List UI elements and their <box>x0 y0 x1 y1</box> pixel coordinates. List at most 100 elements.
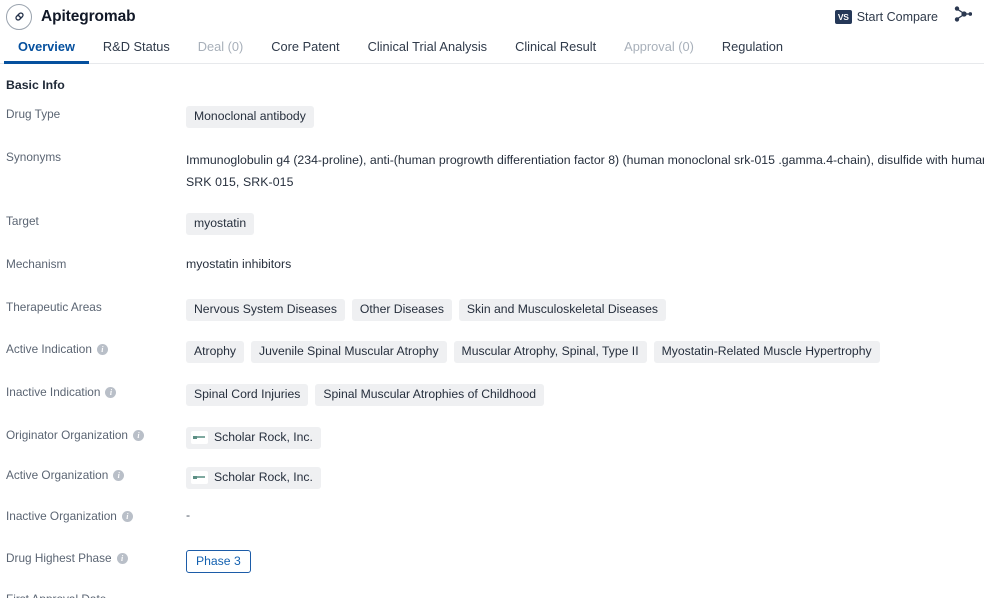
tab-deal[interactable]: Deal (0) <box>184 39 258 63</box>
header-actions: VS Start Compare <box>834 4 974 29</box>
inactive-organization-value: - <box>186 508 191 522</box>
chip-group-drug-type: Monoclonal antibody <box>186 106 984 128</box>
tab-clinical-result[interactable]: Clinical Result <box>501 39 610 63</box>
info-icon[interactable]: i <box>113 469 125 481</box>
value-drug-type: Monoclonal antibody <box>186 106 984 128</box>
row-inactive-indication: Inactive Indication i Spinal Cord Injuri… <box>6 384 984 406</box>
row-inactive-organization: Inactive Organization i - <box>6 508 984 528</box>
label-active-organization: Active Organization i <box>6 467 186 482</box>
chip-active-indication[interactable]: Myostatin-Related Muscle Hypertrophy <box>653 341 880 363</box>
info-icon[interactable]: i <box>121 510 133 522</box>
value-target: myostatin <box>186 213 984 235</box>
label-drug-highest-phase-text: Drug Highest Phase <box>6 551 112 565</box>
label-target: Target <box>6 213 186 228</box>
tab-clinical-trial-analysis[interactable]: Clinical Trial Analysis <box>354 39 501 63</box>
chip-group-target: myostatin <box>186 213 984 235</box>
chip-active-indication[interactable]: Muscular Atrophy, Spinal, Type II <box>453 341 647 363</box>
label-synonyms: Synonyms <box>6 149 186 164</box>
value-synonyms: Immunoglobulin g4 (234-proline), anti-(h… <box>186 149 984 193</box>
value-active-indication: Atrophy Juvenile Spinal Muscular Atrophy… <box>186 341 984 363</box>
label-inactive-indication: Inactive Indication i <box>6 384 186 399</box>
label-mechanism-text: Mechanism <box>6 257 67 271</box>
page-title: Apitegromab <box>41 7 136 25</box>
info-icon[interactable]: i <box>105 386 117 398</box>
chip-active-organization[interactable]: Scholar Rock, Inc. <box>186 467 321 489</box>
label-drug-highest-phase: Drug Highest Phase i <box>6 550 186 565</box>
start-compare-button[interactable]: VS Start Compare <box>834 9 938 24</box>
row-first-approval-date: First Approval Date - <box>6 591 984 598</box>
label-active-indication-text: Active Indication <box>6 342 92 356</box>
chip-therapeutic-area[interactable]: Skin and Musculoskeletal Diseases <box>458 299 666 321</box>
label-synonyms-text: Synonyms <box>6 150 62 164</box>
row-synonyms: Synonyms Immunoglobulin g4 (234-proline)… <box>6 149 984 193</box>
label-inactive-organization: Inactive Organization i <box>6 508 186 523</box>
chip-inactive-indication[interactable]: Spinal Muscular Atrophies of Childhood <box>315 384 545 406</box>
label-inactive-organization-text: Inactive Organization <box>6 509 117 523</box>
label-first-approval-date: First Approval Date <box>6 591 186 598</box>
row-target: Target myostatin <box>6 213 984 235</box>
overview-content: Basic Info Drug Type Monoclonal antibody… <box>0 64 984 598</box>
label-mechanism: Mechanism <box>6 256 186 271</box>
label-therapeutic-areas: Therapeutic Areas <box>6 299 186 314</box>
row-active-organization: Active Organization i Scholar Rock, Inc. <box>6 467 984 489</box>
status-badge-phase[interactable]: Phase 3 <box>186 550 251 573</box>
value-active-organization: Scholar Rock, Inc. <box>186 467 984 489</box>
tab-core-patent[interactable]: Core Patent <box>257 39 353 63</box>
value-drug-highest-phase: Phase 3 <box>186 550 984 573</box>
row-drug-highest-phase: Drug Highest Phase i Phase 3 <box>6 550 984 573</box>
pill-capsule-icon <box>6 3 32 30</box>
label-originator-organization: Originator Organization i <box>6 427 186 442</box>
info-icon[interactable]: i <box>96 343 108 355</box>
chip-group-therapeutic-areas: Nervous System Diseases Other Diseases S… <box>186 299 984 321</box>
chip-active-indication[interactable]: Atrophy <box>186 341 245 363</box>
row-mechanism: Mechanism myostatin inhibitors <box>6 256 984 276</box>
value-first-approval-date: - <box>186 591 984 598</box>
row-originator-organization: Originator Organization i Scholar Rock, … <box>6 427 984 449</box>
label-drug-type: Drug Type <box>6 106 186 121</box>
chip-target[interactable]: myostatin <box>186 213 255 235</box>
synonyms-line-1: Immunoglobulin g4 (234-proline), anti-(h… <box>186 153 984 167</box>
section-title-basic-info: Basic Info <box>6 78 65 92</box>
company-logo-icon <box>191 471 208 484</box>
value-inactive-organization: - <box>186 508 984 522</box>
row-drug-type: Drug Type Monoclonal antibody <box>6 106 984 128</box>
tab-bar: Overview R&D Status Deal (0) Core Patent… <box>0 33 984 64</box>
row-therapeutic-areas: Therapeutic Areas Nervous System Disease… <box>6 299 984 321</box>
label-originator-organization-text: Originator Organization <box>6 428 128 442</box>
chip-active-organization-label: Scholar Rock, Inc. <box>214 470 313 484</box>
chip-group-originator-organization: Scholar Rock, Inc. <box>186 427 984 449</box>
page-header: Apitegromab VS Start Compare <box>0 0 984 33</box>
chip-active-indication[interactable]: Juvenile Spinal Muscular Atrophy <box>251 341 447 363</box>
chip-group-active-indication: Atrophy Juvenile Spinal Muscular Atrophy… <box>186 341 984 363</box>
row-active-indication: Active Indication i Atrophy Juvenile Spi… <box>6 341 984 363</box>
chip-inactive-indication[interactable]: Spinal Cord Injuries <box>186 384 309 406</box>
chip-group-active-organization: Scholar Rock, Inc. <box>186 467 984 489</box>
vs-icon: VS <box>834 9 852 24</box>
label-first-approval-date-text: First Approval Date <box>6 592 106 598</box>
label-target-text: Target <box>6 214 39 228</box>
info-icon[interactable]: i <box>116 552 128 564</box>
label-active-organization-text: Active Organization <box>6 468 109 482</box>
tab-overview[interactable]: Overview <box>4 39 89 64</box>
company-logo-icon <box>191 431 208 444</box>
synonyms-line-2: SRK 015, SRK-015 <box>186 175 294 189</box>
tab-rd-status[interactable]: R&D Status <box>89 39 184 63</box>
chip-originator-organization[interactable]: Scholar Rock, Inc. <box>186 427 321 449</box>
label-therapeutic-areas-text: Therapeutic Areas <box>6 300 102 314</box>
drug-detail-page: Apitegromab VS Start Compare Overview R&… <box>0 0 984 598</box>
chip-therapeutic-area[interactable]: Other Diseases <box>351 299 452 321</box>
tab-approval[interactable]: Approval (0) <box>610 39 708 63</box>
chip-drug-type[interactable]: Monoclonal antibody <box>186 106 314 128</box>
label-inactive-indication-text: Inactive Indication <box>6 385 101 399</box>
value-therapeutic-areas: Nervous System Diseases Other Diseases S… <box>186 299 984 321</box>
chip-therapeutic-area[interactable]: Nervous System Diseases <box>186 299 345 321</box>
chip-group-inactive-indication: Spinal Cord Injuries Spinal Muscular Atr… <box>186 384 984 406</box>
tab-regulation[interactable]: Regulation <box>708 39 797 63</box>
info-icon[interactable]: i <box>132 429 144 441</box>
start-compare-label: Start Compare <box>856 9 938 24</box>
share-nodes-icon[interactable] <box>952 4 973 29</box>
first-approval-date-value: - <box>186 591 191 598</box>
value-originator-organization: Scholar Rock, Inc. <box>186 427 984 449</box>
value-mechanism: myostatin inhibitors <box>186 256 984 273</box>
label-drug-type-text: Drug Type <box>6 107 61 121</box>
